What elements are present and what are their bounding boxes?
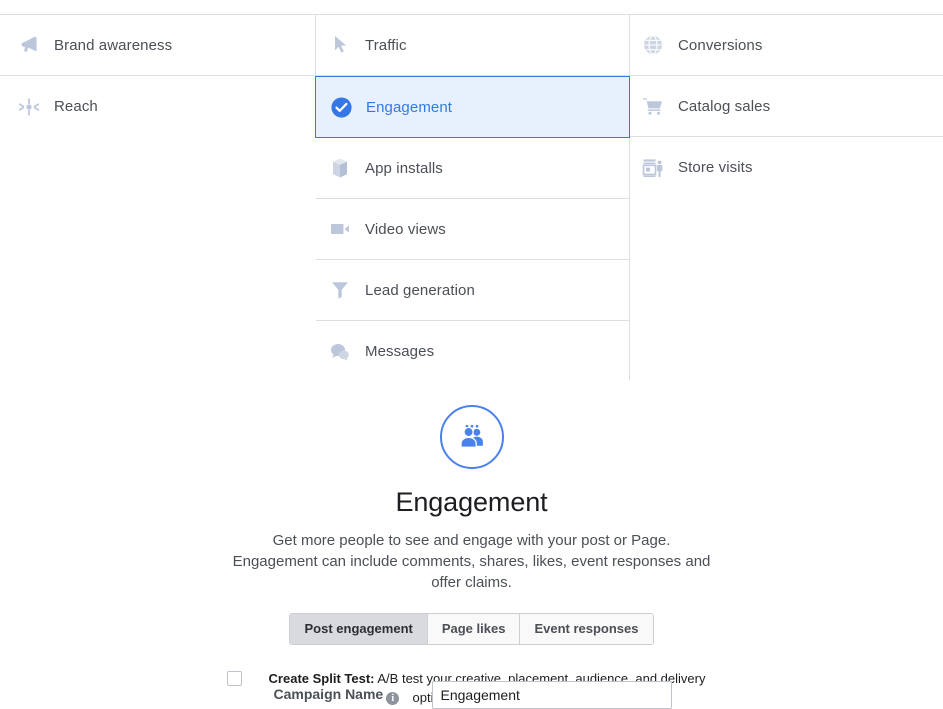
campaign-name-label: Campaign Name i [272,681,432,705]
objective-option-label: Engagement [366,98,453,116]
objective-option-lead-generation[interactable]: Lead generation [316,260,629,321]
campaign-objective-grid: Brand awareness Reach Traffic Engagement… [0,0,943,385]
speech-bubbles-icon [327,339,353,365]
objective-option-app-installs[interactable]: App installs [316,138,629,199]
cube-box-icon [327,155,353,181]
shopping-cart-icon [640,93,666,119]
check-circle-icon [328,94,354,120]
tab-event-responses[interactable]: Event responses [520,614,653,644]
objective-option-label: Video views [365,220,446,238]
objective-option-engagement[interactable]: Engagement [315,76,630,138]
info-icon[interactable]: i [386,692,400,705]
objective-option-label: Catalog sales [678,97,771,115]
objective-option-catalog-sales[interactable]: Catalog sales [630,76,943,137]
objective-column-awareness: Brand awareness Reach [0,14,316,137]
objective-option-label: Messages [365,343,435,360]
globe-icon [640,32,666,58]
engagement-people-icon [439,405,504,469]
page-title: Engagement [395,487,548,517]
objective-option-label: Traffic [365,36,407,54]
objective-option-label: App installs [365,159,443,177]
tab-post-engagement[interactable]: Post engagement [290,614,428,644]
objective-column-consideration: Traffic Engagement App installs Video vi… [315,14,630,382]
objective-option-label: Reach [54,98,98,115]
tab-page-likes[interactable]: Page likes [427,614,521,644]
objective-option-conversions[interactable]: Conversions [630,15,943,76]
objective-option-label: Conversions [678,36,763,54]
objective-option-store-visits[interactable]: Store visits [630,137,943,198]
engagement-type-tabs: Post engagement Page likes Event respons… [289,613,654,645]
objective-option-messages[interactable]: Messages [316,321,629,382]
objective-detail-panel: Engagement Get more people to see and en… [0,405,943,708]
objective-option-video-views[interactable]: Video views [316,199,629,260]
storefront-icon [640,155,666,181]
objective-option-label: Lead generation [365,281,475,299]
campaign-name-input[interactable] [431,681,672,709]
objective-column-conversion: Conversions Catalog sales Store visits [630,14,943,198]
campaign-name-label-text: Campaign Name [273,686,384,702]
objective-option-label: Store visits [678,159,753,176]
campaign-name-row: Campaign Name i [0,681,943,709]
objective-option-label: Brand awareness [54,36,173,54]
objective-option-traffic[interactable]: Traffic [316,15,629,76]
cursor-arrow-icon [327,32,353,58]
objective-option-brand-awareness[interactable]: Brand awareness [0,15,315,76]
megaphone-icon [16,32,42,58]
objective-option-reach[interactable]: Reach [0,76,315,137]
funnel-icon [327,277,353,303]
video-camera-icon [327,216,353,242]
reach-asterisk-icon [16,94,42,120]
objective-description: Get more people to see and engage with y… [232,532,711,591]
